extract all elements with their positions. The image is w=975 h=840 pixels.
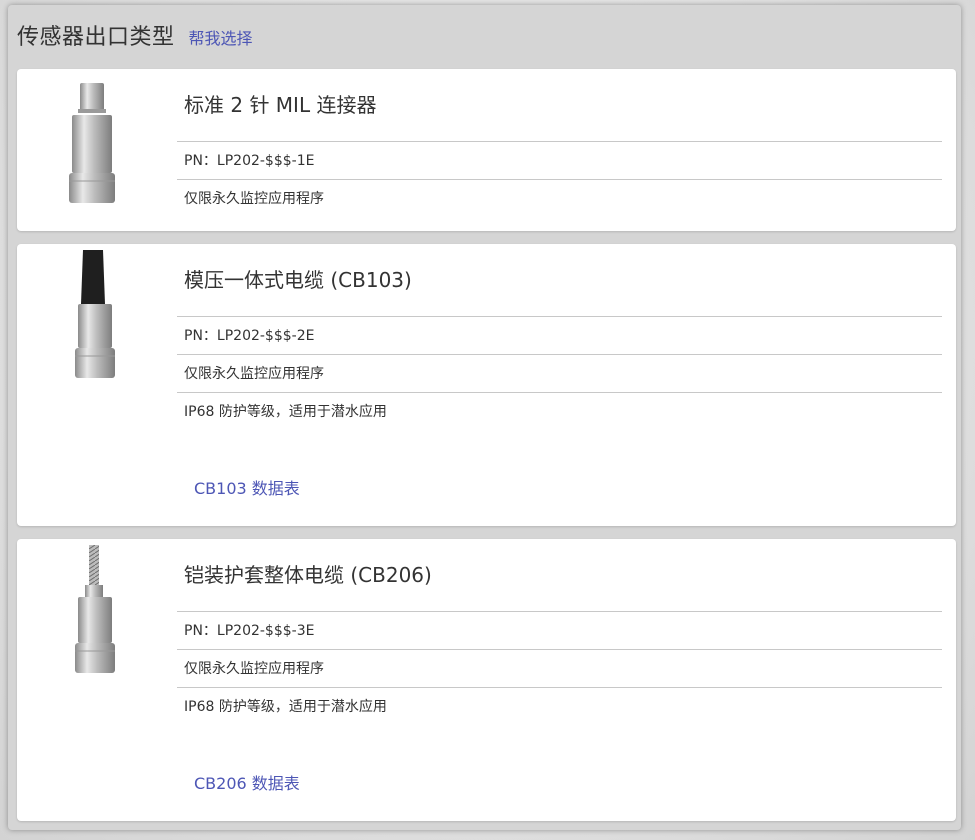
card-title: 铠装护套整体电缆 (CB206) [184, 563, 432, 587]
sensor-molded-cable-image [65, 250, 125, 382]
cb103-datasheet-link[interactable]: CB103 数据表 [194, 475, 300, 499]
outlet-card-armored-cable[interactable]: 铠装护套整体电缆 (CB206) PN：LP202-$$$-3E 仅限永久监控应… [17, 539, 956, 821]
ip68-note: IP68 防护等级，适用于潜水应用 [177, 392, 942, 430]
outlet-card-molded-cable[interactable]: 模压一体式电缆 (CB103) PN：LP202-$$$-2E 仅限永久监控应用… [17, 244, 956, 526]
part-number: PN：LP202-$$$-3E [177, 611, 942, 649]
cb206-datasheet-link[interactable]: CB206 数据表 [194, 770, 300, 794]
usage-note: 仅限永久监控应用程序 [177, 649, 942, 687]
part-number: PN：LP202-$$$-1E [177, 141, 942, 179]
usage-note: 仅限永久监控应用程序 [177, 354, 942, 392]
usage-note: 仅限永久监控应用程序 [177, 179, 942, 217]
part-number: PN：LP202-$$$-2E [177, 316, 942, 354]
sensor-mil-connector-image [57, 81, 127, 209]
page-title: 传感器出口类型 [17, 25, 175, 50]
card-title: 标准 2 针 MIL 连接器 [184, 93, 377, 117]
sensor-outlet-panel: 传感器出口类型 帮我选择 标准 2 针 MIL 连接器 PN：LP202-$$$… [8, 5, 961, 830]
card-title: 模压一体式电缆 (CB103) [184, 268, 412, 292]
ip68-note: IP68 防护等级，适用于潜水应用 [177, 687, 942, 725]
help-me-choose-link[interactable]: 帮我选择 [189, 25, 253, 49]
sensor-armored-cable-image [65, 545, 125, 677]
panel-header: 传感器出口类型 帮我选择 [17, 19, 253, 50]
outlet-card-mil-connector[interactable]: 标准 2 针 MIL 连接器 PN：LP202-$$$-1E 仅限永久监控应用程… [17, 69, 956, 231]
